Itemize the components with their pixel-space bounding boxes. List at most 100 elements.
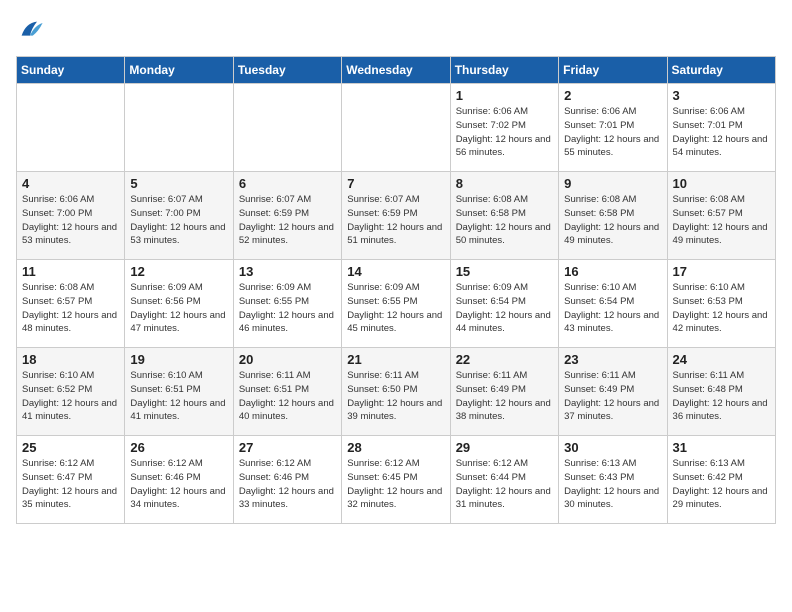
day-number: 5	[130, 176, 227, 191]
day-info: Sunrise: 6:11 AM Sunset: 6:50 PM Dayligh…	[347, 369, 444, 424]
day-number: 18	[22, 352, 119, 367]
day-info: Sunrise: 6:12 AM Sunset: 6:47 PM Dayligh…	[22, 457, 119, 512]
day-number: 20	[239, 352, 336, 367]
day-number: 2	[564, 88, 661, 103]
day-number: 21	[347, 352, 444, 367]
calendar-header-row: SundayMondayTuesdayWednesdayThursdayFrid…	[17, 57, 776, 84]
calendar-cell: 29 Sunrise: 6:12 AM Sunset: 6:44 PM Dayli…	[450, 436, 558, 524]
calendar-cell: 14Sunrise: 6:09 AM Sunset: 6:55 PM Dayli…	[342, 260, 450, 348]
calendar-cell: 3Sunrise: 6:06 AM Sunset: 7:01 PM Daylig…	[667, 84, 775, 172]
calendar-cell: 15 Sunrise: 6:09 AM Sunset: 6:54 PM Dayli…	[450, 260, 558, 348]
calendar-cell: 25 Sunrise: 6:12 AM Sunset: 6:47 PM Dayli…	[17, 436, 125, 524]
calendar-cell: 4 Sunrise: 6:06 AM Sunset: 7:00 PM Daylig…	[17, 172, 125, 260]
calendar-cell: 10 Sunrise: 6:08 AM Sunset: 6:57 PM Dayli…	[667, 172, 775, 260]
calendar-cell	[125, 84, 233, 172]
day-number: 12	[130, 264, 227, 279]
calendar-cell: 22Sunrise: 6:11 AM Sunset: 6:49 PM Dayli…	[450, 348, 558, 436]
day-info: Sunrise: 6:09 AM Sunset: 6:56 PM Dayligh…	[130, 281, 227, 336]
day-number: 8	[456, 176, 553, 191]
day-number: 17	[673, 264, 770, 279]
calendar-week-row: 25 Sunrise: 6:12 AM Sunset: 6:47 PM Dayli…	[17, 436, 776, 524]
day-info: Sunrise: 6:07 AM Sunset: 7:00 PM Dayligh…	[130, 193, 227, 248]
day-info: Sunrise: 6:08 AM Sunset: 6:58 PM Dayligh…	[564, 193, 661, 248]
calendar-cell: 31Sunrise: 6:13 AM Sunset: 6:42 PM Dayli…	[667, 436, 775, 524]
day-number: 16	[564, 264, 661, 279]
day-number: 30	[564, 440, 661, 455]
day-info: Sunrise: 6:10 AM Sunset: 6:52 PM Dayligh…	[22, 369, 119, 424]
day-info: Sunrise: 6:07 AM Sunset: 6:59 PM Dayligh…	[347, 193, 444, 248]
day-info: Sunrise: 6:12 AM Sunset: 6:46 PM Dayligh…	[239, 457, 336, 512]
calendar-cell: 16 Sunrise: 6:10 AM Sunset: 6:54 PM Dayli…	[559, 260, 667, 348]
day-info: Sunrise: 6:06 AM Sunset: 7:00 PM Dayligh…	[22, 193, 119, 248]
day-header-sunday: Sunday	[17, 57, 125, 84]
calendar-cell: 5 Sunrise: 6:07 AM Sunset: 7:00 PM Daylig…	[125, 172, 233, 260]
day-number: 4	[22, 176, 119, 191]
calendar-week-row: 18 Sunrise: 6:10 AM Sunset: 6:52 PM Dayli…	[17, 348, 776, 436]
day-number: 24	[673, 352, 770, 367]
day-info: Sunrise: 6:09 AM Sunset: 6:55 PM Dayligh…	[239, 281, 336, 336]
day-header-thursday: Thursday	[450, 57, 558, 84]
calendar-cell: 20Sunrise: 6:11 AM Sunset: 6:51 PM Dayli…	[233, 348, 341, 436]
calendar-cell: 9Sunrise: 6:08 AM Sunset: 6:58 PM Daylig…	[559, 172, 667, 260]
day-number: 3	[673, 88, 770, 103]
day-info: Sunrise: 6:08 AM Sunset: 6:57 PM Dayligh…	[22, 281, 119, 336]
calendar-cell	[233, 84, 341, 172]
calendar-cell: 26 Sunrise: 6:12 AM Sunset: 6:46 PM Dayli…	[125, 436, 233, 524]
calendar-cell: 24 Sunrise: 6:11 AM Sunset: 6:48 PM Dayli…	[667, 348, 775, 436]
day-number: 11	[22, 264, 119, 279]
day-info: Sunrise: 6:11 AM Sunset: 6:48 PM Dayligh…	[673, 369, 770, 424]
calendar-cell	[342, 84, 450, 172]
day-number: 22	[456, 352, 553, 367]
day-info: Sunrise: 6:06 AM Sunset: 7:01 PM Dayligh…	[564, 105, 661, 160]
calendar-week-row: 4 Sunrise: 6:06 AM Sunset: 7:00 PM Daylig…	[17, 172, 776, 260]
calendar-cell: 13 Sunrise: 6:09 AM Sunset: 6:55 PM Dayli…	[233, 260, 341, 348]
day-info: Sunrise: 6:09 AM Sunset: 6:55 PM Dayligh…	[347, 281, 444, 336]
calendar-table: SundayMondayTuesdayWednesdayThursdayFrid…	[16, 56, 776, 524]
day-number: 26	[130, 440, 227, 455]
calendar-cell: 28 Sunrise: 6:12 AM Sunset: 6:45 PM Dayli…	[342, 436, 450, 524]
day-header-tuesday: Tuesday	[233, 57, 341, 84]
day-info: Sunrise: 6:08 AM Sunset: 6:57 PM Dayligh…	[673, 193, 770, 248]
calendar-cell: 18 Sunrise: 6:10 AM Sunset: 6:52 PM Dayli…	[17, 348, 125, 436]
day-info: Sunrise: 6:12 AM Sunset: 6:45 PM Dayligh…	[347, 457, 444, 512]
day-info: Sunrise: 6:12 AM Sunset: 6:46 PM Dayligh…	[130, 457, 227, 512]
calendar-cell: 11 Sunrise: 6:08 AM Sunset: 6:57 PM Dayli…	[17, 260, 125, 348]
calendar-week-row: 1 Sunrise: 6:06 AM Sunset: 7:02 PM Daylig…	[17, 84, 776, 172]
day-number: 19	[130, 352, 227, 367]
day-number: 25	[22, 440, 119, 455]
day-number: 1	[456, 88, 553, 103]
day-info: Sunrise: 6:12 AM Sunset: 6:44 PM Dayligh…	[456, 457, 553, 512]
day-info: Sunrise: 6:13 AM Sunset: 6:43 PM Dayligh…	[564, 457, 661, 512]
calendar-cell: 21 Sunrise: 6:11 AM Sunset: 6:50 PM Dayli…	[342, 348, 450, 436]
day-number: 15	[456, 264, 553, 279]
calendar-cell: 23 Sunrise: 6:11 AM Sunset: 6:49 PM Dayli…	[559, 348, 667, 436]
day-header-saturday: Saturday	[667, 57, 775, 84]
day-info: Sunrise: 6:08 AM Sunset: 6:58 PM Dayligh…	[456, 193, 553, 248]
day-number: 27	[239, 440, 336, 455]
day-number: 29	[456, 440, 553, 455]
day-number: 6	[239, 176, 336, 191]
calendar-cell: 7Sunrise: 6:07 AM Sunset: 6:59 PM Daylig…	[342, 172, 450, 260]
day-header-wednesday: Wednesday	[342, 57, 450, 84]
calendar-cell: 19 Sunrise: 6:10 AM Sunset: 6:51 PM Dayli…	[125, 348, 233, 436]
day-info: Sunrise: 6:10 AM Sunset: 6:51 PM Dayligh…	[130, 369, 227, 424]
day-number: 10	[673, 176, 770, 191]
day-header-friday: Friday	[559, 57, 667, 84]
day-number: 23	[564, 352, 661, 367]
calendar-week-row: 11 Sunrise: 6:08 AM Sunset: 6:57 PM Dayli…	[17, 260, 776, 348]
calendar-cell: 30 Sunrise: 6:13 AM Sunset: 6:43 PM Dayli…	[559, 436, 667, 524]
calendar-cell: 27 Sunrise: 6:12 AM Sunset: 6:46 PM Dayli…	[233, 436, 341, 524]
day-info: Sunrise: 6:06 AM Sunset: 7:02 PM Dayligh…	[456, 105, 553, 160]
day-info: Sunrise: 6:10 AM Sunset: 6:54 PM Dayligh…	[564, 281, 661, 336]
day-number: 31	[673, 440, 770, 455]
day-number: 13	[239, 264, 336, 279]
calendar-cell	[17, 84, 125, 172]
calendar-cell: 8 Sunrise: 6:08 AM Sunset: 6:58 PM Daylig…	[450, 172, 558, 260]
day-header-monday: Monday	[125, 57, 233, 84]
day-info: Sunrise: 6:09 AM Sunset: 6:54 PM Dayligh…	[456, 281, 553, 336]
logo-bird-icon	[16, 16, 44, 44]
day-info: Sunrise: 6:07 AM Sunset: 6:59 PM Dayligh…	[239, 193, 336, 248]
page-header	[16, 16, 776, 44]
day-number: 28	[347, 440, 444, 455]
day-info: Sunrise: 6:11 AM Sunset: 6:49 PM Dayligh…	[564, 369, 661, 424]
